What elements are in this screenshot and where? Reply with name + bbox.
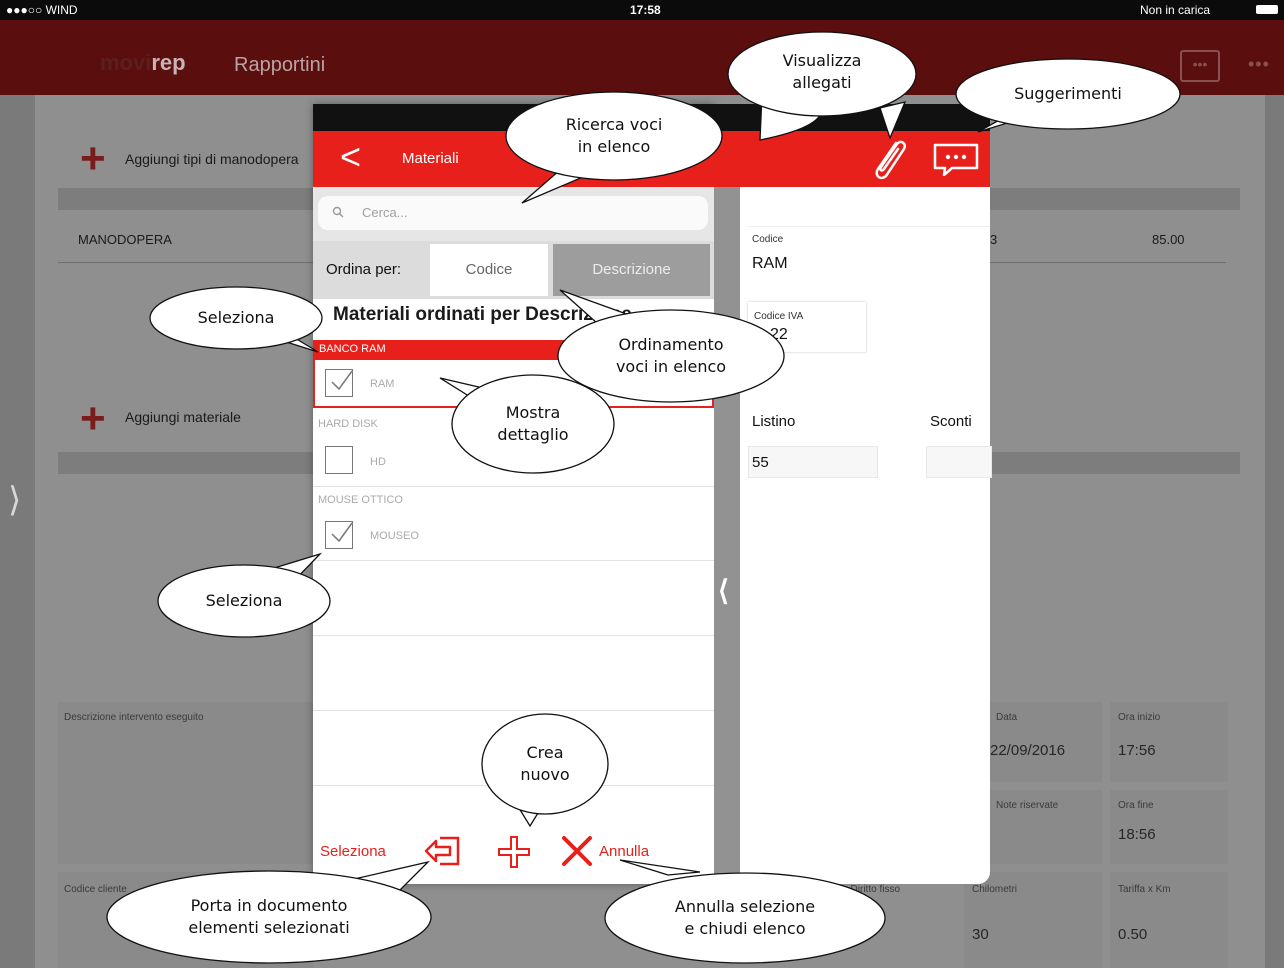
callout-cancel: Annulla selezione e chiudi elenco (674, 897, 816, 938)
callout-create: Crea nuovo (520, 743, 570, 784)
callout-search: Ricerca voci in elenco (565, 115, 663, 156)
callout-sort: Ordinamento voci in elenco (615, 335, 727, 376)
callout-detail: Mostra dettaglio (497, 403, 569, 444)
callout-select-top: Seleziona (197, 308, 275, 327)
callout-select-bottom: Seleziona (205, 591, 283, 610)
callout-suggestions: Suggerimenti (1014, 84, 1122, 103)
callout-bring: Porta in documento elementi selezionati (188, 896, 350, 937)
callout-attachments: Visualizza allegati (782, 51, 862, 92)
